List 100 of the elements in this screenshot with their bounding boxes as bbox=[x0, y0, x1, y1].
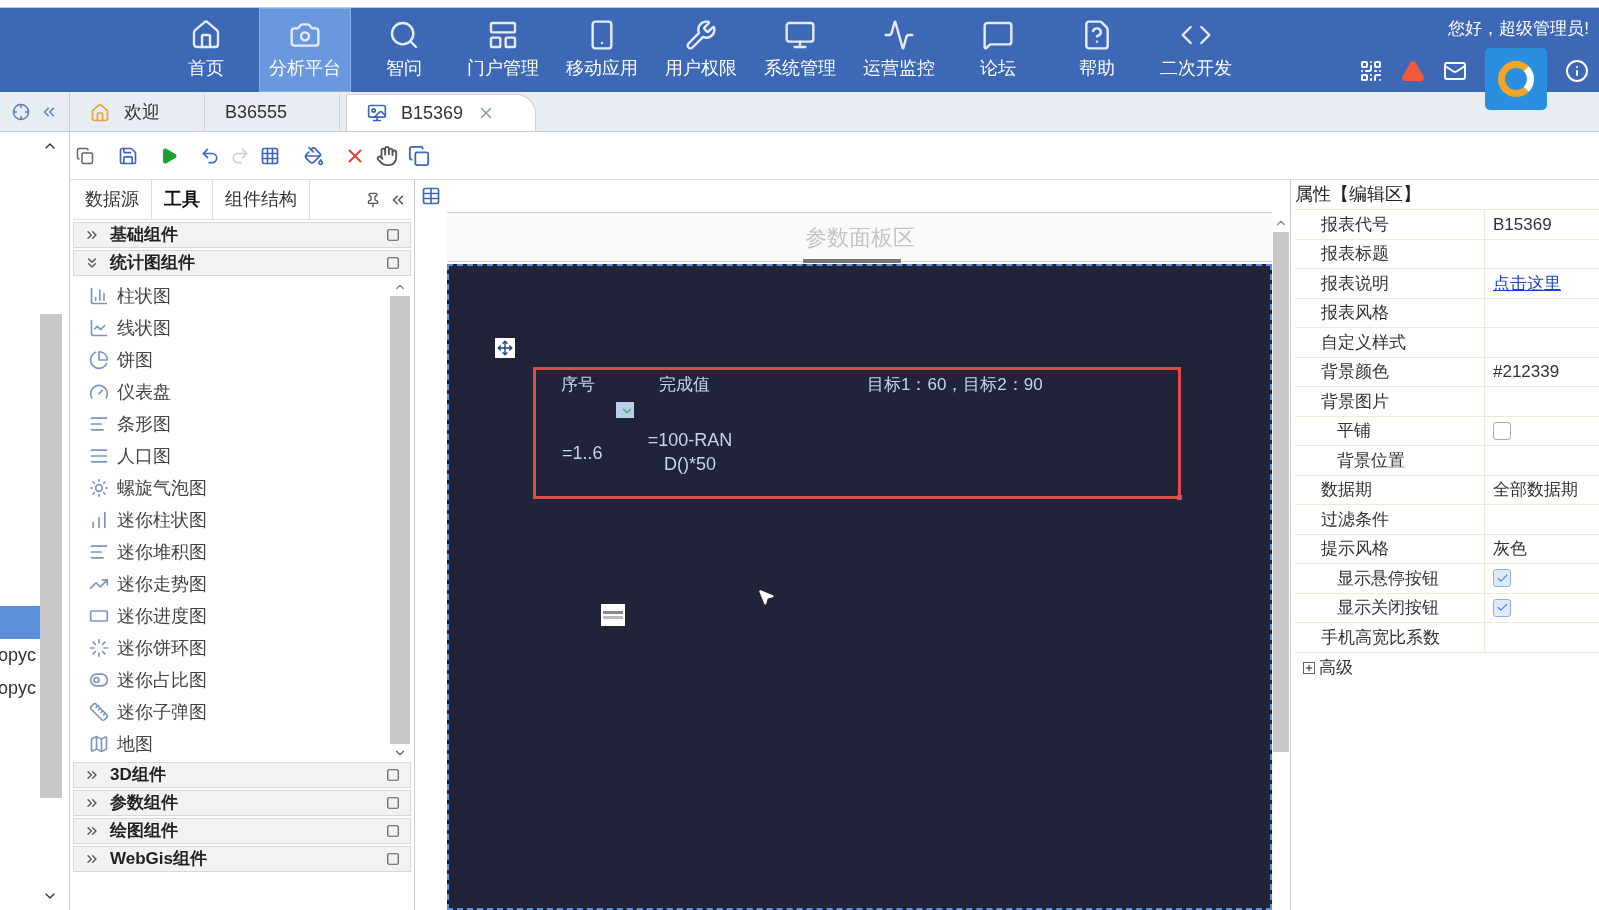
save-icon[interactable] bbox=[118, 145, 138, 166]
layout-icon[interactable] bbox=[260, 145, 280, 166]
line-chart-icon bbox=[89, 318, 109, 338]
grid-icon[interactable] bbox=[421, 186, 441, 206]
component-item[interactable]: 迷你进度图 bbox=[89, 600, 389, 632]
section-header[interactable]: WebGis组件 bbox=[73, 846, 411, 872]
table-cell-text: =100-RAND()*50 bbox=[646, 429, 734, 476]
scrollbar-thumb[interactable] bbox=[1273, 232, 1289, 752]
window-icon bbox=[386, 768, 400, 782]
panel-tab[interactable]: 工具 bbox=[152, 180, 213, 219]
component-item[interactable]: 迷你饼环图 bbox=[89, 632, 389, 664]
component-item[interactable]: 柱状图 bbox=[89, 280, 389, 312]
property-label: 平铺 bbox=[1337, 420, 1371, 442]
property-label: 报表代号 bbox=[1321, 213, 1389, 236]
home-icon bbox=[190, 18, 222, 51]
component-item[interactable]: 迷你柱状图 bbox=[89, 504, 389, 536]
table-cell-text: =1..6 bbox=[562, 442, 603, 465]
property-label: 背景位置 bbox=[1337, 449, 1405, 472]
section-title: 参数组件 bbox=[110, 792, 179, 815]
column-header: 完成值 bbox=[659, 374, 711, 396]
checkbox[interactable] bbox=[1493, 569, 1511, 588]
checkbox[interactable] bbox=[1493, 421, 1511, 440]
component-item[interactable]: 迷你占比图 bbox=[89, 664, 389, 696]
pin-icon[interactable] bbox=[365, 191, 381, 208]
report-icon bbox=[367, 103, 387, 123]
nav-item[interactable]: 系统管理 bbox=[754, 8, 846, 92]
property-value: 全部数据期 bbox=[1493, 479, 1578, 501]
checkbox[interactable] bbox=[1493, 598, 1511, 617]
nav-item[interactable]: 移动应用 bbox=[556, 8, 648, 92]
scrollbar-thumb[interactable] bbox=[40, 314, 62, 798]
section-header[interactable]: 参数组件 bbox=[73, 790, 411, 816]
qr-code-icon[interactable] bbox=[1359, 58, 1383, 83]
component-item[interactable]: 迷你子弹图 bbox=[89, 696, 389, 728]
window-icon bbox=[386, 228, 400, 242]
nav-item[interactable]: 智问 bbox=[358, 8, 450, 92]
section-title: 绘图组件 bbox=[110, 820, 179, 843]
cursor-icon bbox=[757, 588, 775, 606]
property-value: 灰色 bbox=[1493, 538, 1527, 560]
property-label: 背景图片 bbox=[1321, 390, 1389, 413]
logo-icon bbox=[1485, 47, 1547, 110]
component-item[interactable]: 螺旋气泡图 bbox=[89, 472, 389, 504]
document-tab[interactable]: B15369 bbox=[346, 94, 536, 131]
paint-bucket-icon[interactable] bbox=[304, 145, 324, 166]
property-label: 背景颜色 bbox=[1321, 361, 1389, 383]
property-value: #212339 bbox=[1493, 361, 1560, 383]
section-header[interactable]: 统计图组件 bbox=[73, 250, 411, 276]
advanced-section[interactable]: 高级 bbox=[1295, 652, 1599, 683]
nav-item[interactable]: 首页 bbox=[160, 8, 252, 92]
section-title: 基础组件 bbox=[110, 224, 179, 247]
component-item[interactable]: 条形图 bbox=[89, 408, 389, 440]
section-header[interactable]: 绘图组件 bbox=[73, 818, 411, 844]
nav-item[interactable]: 运营监控 bbox=[853, 8, 945, 92]
scrollbar-thumb[interactable] bbox=[390, 296, 410, 744]
property-label: 过滤条件 bbox=[1321, 508, 1389, 531]
nav-item[interactable]: 论坛 bbox=[952, 8, 1044, 92]
section-title: 3D组件 bbox=[110, 764, 167, 787]
property-label: 显示悬停按钮 bbox=[1337, 567, 1439, 590]
component-item[interactable]: 迷你走势图 bbox=[89, 568, 389, 600]
property-label: 手机高宽比系数 bbox=[1321, 626, 1440, 649]
component-item[interactable]: 仪表盘 bbox=[89, 376, 389, 408]
component-item[interactable]: 地图 bbox=[89, 728, 389, 760]
component-item[interactable]: 线状图 bbox=[89, 312, 389, 344]
move-handle-icon[interactable] bbox=[495, 338, 515, 358]
component-item[interactable]: 饼图 bbox=[89, 344, 389, 376]
property-label: 报表风格 bbox=[1321, 302, 1389, 324]
undo-icon[interactable] bbox=[200, 145, 220, 166]
panel-title: 属性【编辑区】 bbox=[1295, 183, 1421, 206]
section-header[interactable]: 3D组件 bbox=[73, 762, 411, 788]
pie-chart-icon bbox=[89, 350, 109, 370]
component-item[interactable]: 人口图 bbox=[89, 440, 389, 472]
property-link[interactable]: 点击这里 bbox=[1493, 270, 1561, 296]
panel-tab[interactable]: 数据源 bbox=[73, 180, 152, 219]
window-icon bbox=[386, 796, 400, 810]
hand-icon[interactable] bbox=[376, 144, 398, 167]
property-label: 提示风格 bbox=[1321, 538, 1389, 560]
gauge-icon bbox=[89, 382, 109, 402]
column-header: 序号 bbox=[561, 374, 596, 396]
window-icon bbox=[386, 256, 400, 270]
nav-item[interactable]: 门户管理 bbox=[457, 8, 549, 92]
property-label: 显示关闭按钮 bbox=[1337, 597, 1439, 619]
wrench-icon bbox=[685, 18, 717, 51]
panel-tab[interactable]: 组件结构 bbox=[213, 180, 310, 219]
property-label: 报表标题 bbox=[1321, 243, 1389, 265]
report-table[interactable]: 序号 完成值 目标1：60，目标2：90 =1..6 =100-RAND()*50 bbox=[533, 367, 1181, 499]
property-value: B15369 bbox=[1493, 213, 1552, 236]
nav-item[interactable]: 二次开发 bbox=[1150, 8, 1242, 92]
info-icon[interactable] bbox=[1565, 58, 1589, 83]
nav-item[interactable]: 用户权限 bbox=[655, 8, 747, 92]
table-widget-icon[interactable] bbox=[601, 604, 625, 626]
section-header[interactable]: 基础组件 bbox=[73, 222, 411, 248]
component-item[interactable]: 迷你堆积图 bbox=[89, 536, 389, 568]
stacked-rows-icon bbox=[89, 446, 109, 466]
expand-icon bbox=[1303, 661, 1315, 674]
copy-icon[interactable] bbox=[408, 144, 430, 167]
column-header: 目标1：60，目标2：90 bbox=[867, 374, 1043, 396]
locate-icon[interactable] bbox=[11, 102, 30, 121]
run-icon[interactable] bbox=[160, 146, 178, 165]
section-title: WebGis组件 bbox=[110, 848, 208, 871]
bar-chart-icon bbox=[89, 286, 109, 306]
nav-item[interactable]: 帮助 bbox=[1051, 8, 1143, 92]
